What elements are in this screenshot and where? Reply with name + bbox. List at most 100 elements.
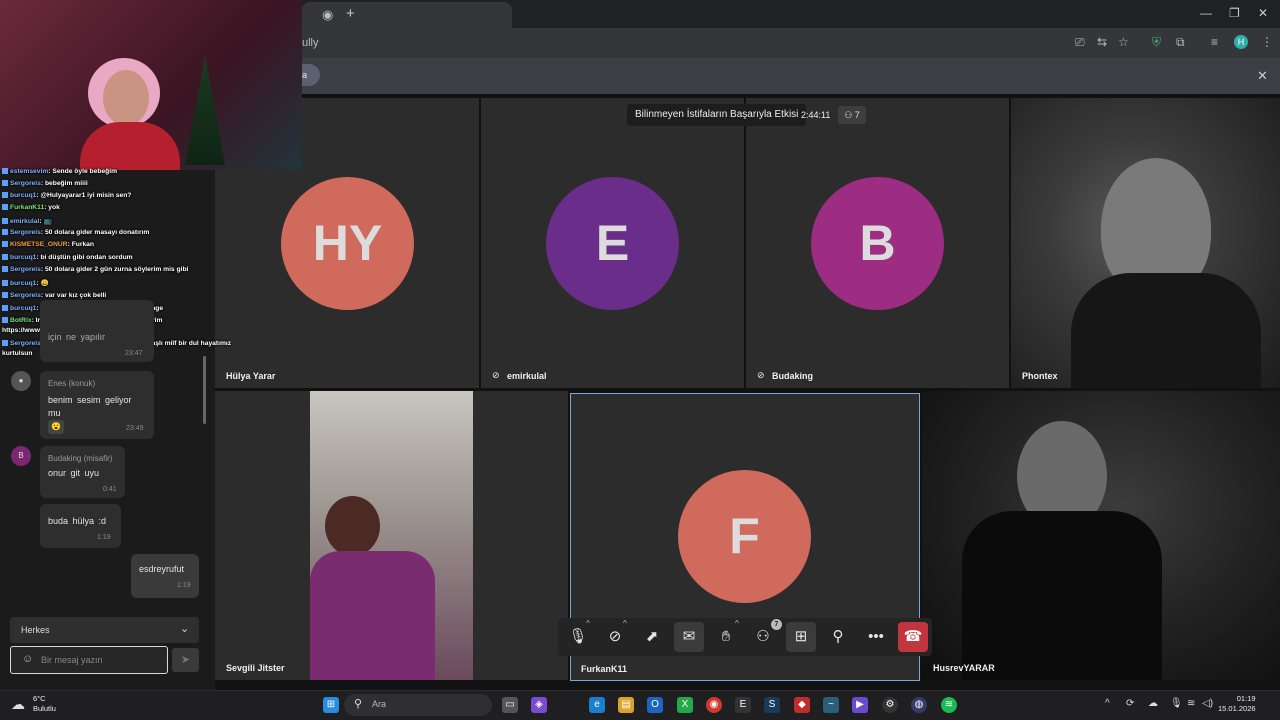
windows-start-icon[interactable]: ⊞ [323,697,339,713]
app-icon-red[interactable]: ◆ [794,697,810,713]
camera-options-caret[interactable]: ^ [623,619,627,628]
epic-games-icon[interactable]: E [735,697,751,713]
stream-chat-line: emirkulal: 📺 [2,217,52,225]
notification-close-icon[interactable]: ✕ [1257,68,1268,84]
restore-button[interactable]: ❐ [1229,6,1240,20]
chat-icon[interactable]: ✉ [674,622,704,652]
tile-view-icon[interactable]: ⊞ [786,622,816,652]
participant-count: 7 [854,110,860,120]
tile-budaking[interactable]: B ⊘ Budaking [746,98,1009,388]
chat-message-text: onur git uyu [48,468,100,478]
chat-message-time: 0:41 [103,486,117,493]
media-control-icon[interactable]: ≡ [1211,35,1218,49]
chat-scrollbar[interactable] [203,356,206,424]
stream-chat-text: : yok [44,204,60,211]
tray-overflow-icon[interactable]: ^ [1105,698,1110,709]
person-head [325,496,380,556]
chat-message-time: 1:19 [97,534,111,541]
taskbar-clock[interactable]: 01:19 15.01.2026 [1218,694,1256,714]
tile-phontex[interactable]: Phontex [1011,98,1280,388]
url-text[interactable]: ully [302,37,319,49]
mic-muted-icon: ⊘ [492,370,500,380]
weather-widget[interactable]: 6°C Bulutlu [33,694,56,714]
video-feed [310,391,473,680]
obs-icon[interactable]: ◍ [911,697,927,713]
stream-chat-user: burcuq1 [10,192,37,199]
profile-avatar[interactable]: H [1234,35,1248,49]
translate-icon[interactable]: ⇆ [1097,35,1107,49]
stream-chat-user: burcuq1 [10,254,37,261]
weather-cloud-icon[interactable]: ☁ [11,696,25,713]
cast-icon[interactable]: ⎚ [1075,35,1085,50]
stream-chat-user: Sergoreis [10,292,41,299]
tray-app-icon[interactable]: ⟳ [1126,698,1134,709]
emoji-icon[interactable]: ☺ [22,653,33,665]
stream-chat-user: burcuq1 [10,305,37,312]
wifi-icon[interactable]: ≋ [1187,698,1195,709]
app-icon-gear[interactable]: ⚙ [882,697,898,713]
copilot-icon[interactable]: ◈ [531,697,547,713]
meeting-title[interactable]: Bilinmeyen İstifaların Başarıyla Etkisi [627,104,807,126]
participant-name: Phontex [1022,371,1058,381]
chat-message-text: buda hülya :d [48,516,107,526]
tray-cloud-icon[interactable]: ☁ [1148,698,1158,709]
chat-badge-icon [2,305,8,311]
taskbar-search[interactable] [344,694,492,716]
app-icon-bird[interactable]: ~ [823,697,839,713]
stream-chat-user: FurkanK11 [10,204,45,211]
avatar: E [546,177,679,310]
close-window-button[interactable]: ✕ [1258,6,1268,20]
clock-date: 15.01.2026 [1218,704,1256,713]
chat-message-text: için ne yapılır [48,332,106,342]
chevron-down-icon[interactable]: ⌄ [180,622,189,635]
chat-badge-icon [2,229,8,235]
stream-chat-text: : 📺 [39,218,52,225]
hang-up-button[interactable]: ☎ [898,622,928,652]
tile-husrevyarar[interactable]: HusrevYARAR [922,391,1280,680]
edge-icon[interactable]: e [589,697,605,713]
volume-icon[interactable]: ◁) [1202,698,1213,709]
minimize-button[interactable]: — [1200,6,1212,20]
outlook-icon[interactable]: O [647,697,663,713]
invite-icon[interactable]: ⚲ [823,622,853,652]
task-view-icon[interactable]: ▭ [502,697,518,713]
participants-badge: 7 [771,619,782,630]
tab-status-icon[interactable]: ◉ [322,7,333,23]
extensions-icon[interactable]: ⧉ [1176,35,1185,50]
tray-mic-icon[interactable]: 🎙︎ [1170,698,1183,709]
stream-chat-text: : 50 dolara gider 2 gün zurna söylerim m… [40,266,189,273]
more-options-icon[interactable]: ••• [861,622,891,652]
tile-sevgili-jitster[interactable]: Sevgili Jitster [215,391,568,680]
mic-options-caret[interactable]: ^ [586,619,590,628]
app-icon-purple[interactable]: ▶ [852,697,868,713]
tile-emirkulal[interactable]: E ⊘ emirkulal [481,98,744,388]
reactions-caret[interactable]: ^ [735,619,739,628]
streamer-camera [0,0,302,170]
new-tab-button[interactable]: + [346,5,355,22]
participant-count-badge[interactable]: ⚇ 7 [838,106,866,124]
participant-name: FurkanK11 [581,664,628,674]
recipient-select[interactable]: Herkes [10,617,199,643]
xbox-icon[interactable]: X [677,697,693,713]
address-bar [300,28,1280,58]
participant-name: Sevgili Jitster [226,663,285,673]
steam-icon[interactable]: S [764,697,780,713]
avatar: F [678,470,811,603]
screen-share-icon[interactable]: ⬈ [637,622,667,652]
stream-chat-line: burcuq1: 😀 [2,279,49,287]
stream-chat-user: estemsevim [10,168,49,175]
message-placeholder: Bir mesaj yazın [41,655,103,665]
shield-extension-icon[interactable]: ⛨ [1152,35,1161,50]
reaction-badge[interactable]: 😮 [48,420,64,434]
send-button[interactable]: ➤ [172,648,199,672]
menu-icon[interactable]: ⋮ [1261,35,1273,49]
chrome-icon[interactable]: ◉ [706,697,722,713]
stream-chat-line: Sergoreis: 50 dolara gider masayı donatı… [2,229,149,236]
chat-badge-icon [2,292,8,298]
browser-tab[interactable] [302,2,512,28]
spotify-icon[interactable]: ≋ [941,697,957,713]
bookmark-star-icon[interactable]: ☆ [1118,35,1129,49]
chat-badge-icon [2,204,8,210]
file-explorer-icon[interactable]: ▤ [618,697,634,713]
chat-avatar: ● [11,371,31,391]
